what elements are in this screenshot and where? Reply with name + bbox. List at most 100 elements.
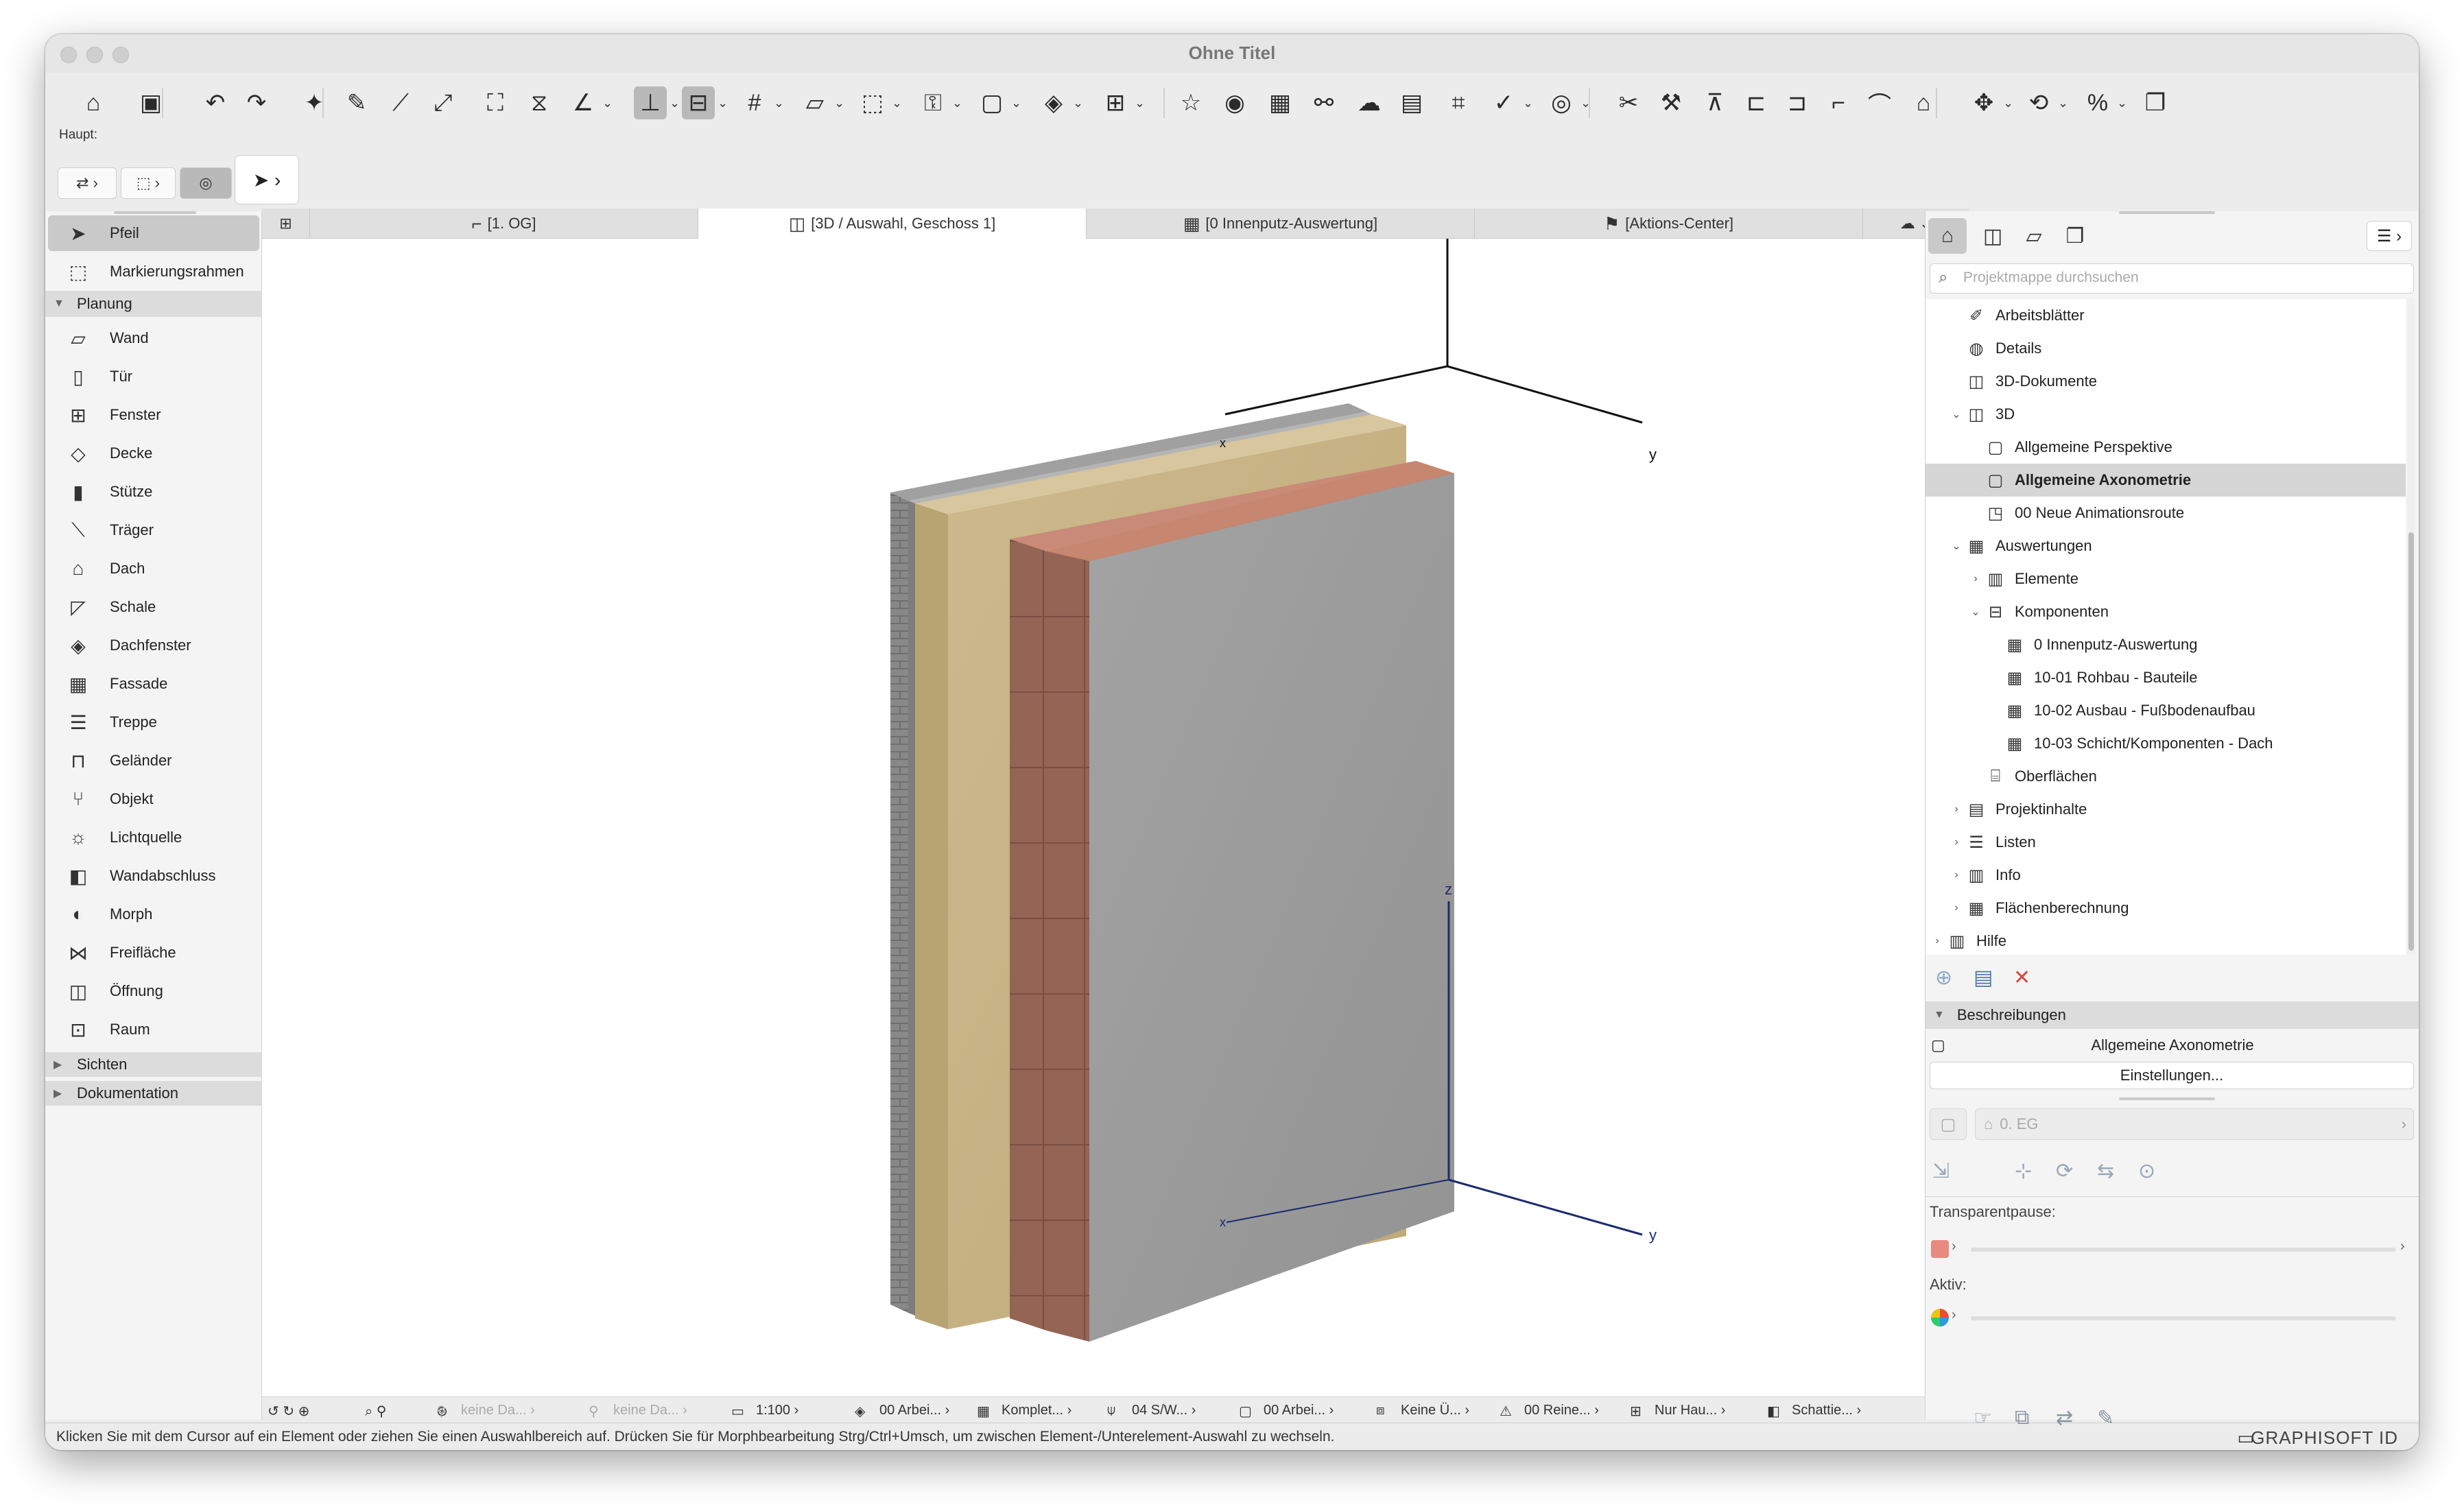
- tool-mesh[interactable]: ⋈ Freifläche: [48, 934, 259, 971]
- tool-column[interactable]: ▮ Stütze: [48, 473, 259, 510]
- tree-item[interactable]: ⌄ ◫ 3D: [1926, 398, 2406, 431]
- beschreibungen-header[interactable]: ▼ Beschreibungen: [1926, 1001, 2419, 1029]
- report-icon[interactable]: ▤: [1395, 86, 1428, 119]
- view-setting-popup[interactable]: 00 Reine... ›: [1524, 1403, 1599, 1418]
- view-map-button[interactable]: ◫: [1974, 218, 2012, 254]
- syringe-icon[interactable]: ⟋: [384, 86, 417, 119]
- tree-item[interactable]: › ▥ Hilfe: [1926, 925, 2406, 955]
- tab-cube[interactable]: ◫ [3D / Auswahl, Geschoss 1]: [698, 209, 1087, 239]
- transfer-icon[interactable]: ⇄: [2056, 1406, 2073, 1430]
- tab-floorplan[interactable]: ⌐ [1. OG]: [310, 209, 698, 239]
- fit-icon[interactable]: ⛶: [479, 86, 512, 119]
- redo-icon[interactable]: ↷: [240, 86, 273, 119]
- tool-skylight[interactable]: ◈ Dachfenster: [48, 627, 259, 664]
- element-filter-button[interactable]: ⇄ ›: [58, 167, 117, 199]
- tree-item[interactable]: ◳ 00 Neue Animationsroute: [1926, 497, 2406, 530]
- tool-object[interactable]: ⑂ Objekt: [48, 781, 259, 818]
- pointer-option-button[interactable]: ➤ ›: [235, 155, 299, 204]
- tree-item[interactable]: ✐ Arbeitsblätter: [1926, 299, 2406, 332]
- chevron-down-icon[interactable]: ⌄: [2117, 96, 2127, 110]
- move-icon[interactable]: ✥: [1967, 86, 2000, 119]
- tree-item[interactable]: ⌄ ⊟ Komponenten: [1926, 595, 2406, 628]
- tool-window[interactable]: ⊞ Fenster: [48, 396, 259, 433]
- tool-railing[interactable]: ⊓ Geländer: [48, 742, 259, 779]
- clone-view-icon[interactable]: ▤: [1974, 966, 1993, 990]
- zoom-icon[interactable]: ⌕ ⚲: [365, 1403, 386, 1420]
- navigator-search-input[interactable]: [1963, 270, 2402, 286]
- tree-item[interactable]: ▢ Allgemeine Perspektive: [1926, 431, 2406, 464]
- tool-zone[interactable]: ⊡ Raum: [48, 1011, 259, 1048]
- selection-method-button[interactable]: ⬚ ›: [121, 167, 176, 199]
- tree-item[interactable]: › ▦ Flächenberechnung: [1926, 892, 2406, 925]
- tree-item[interactable]: › ▥ Info: [1926, 859, 2406, 892]
- layer-icon[interactable]: ▢: [975, 86, 1008, 119]
- chevron-down-icon[interactable]: ⌄: [1949, 539, 1964, 553]
- tool-shell[interactable]: ◸ Schale: [48, 589, 259, 626]
- tree-item[interactable]: ⌄ ▦ Auswertungen: [1926, 530, 2406, 562]
- star-icon[interactable]: ☆: [1174, 86, 1207, 119]
- tree-item[interactable]: ▦ 10-01 Rohbau - Bauteile: [1926, 661, 2406, 694]
- magic-wand-icon[interactable]: ✦: [298, 86, 331, 119]
- chevron-down-icon[interactable]: ⌄: [1011, 96, 1021, 110]
- hand-icon[interactable]: ☞: [1974, 1406, 1992, 1430]
- chevron-down-icon[interactable]: ⌄: [670, 96, 680, 110]
- split-icon[interactable]: ⊐: [1781, 86, 1814, 119]
- delete-icon[interactable]: ✕: [2013, 966, 2030, 990]
- view-setting-popup[interactable]: keine Da... ›: [613, 1403, 687, 1418]
- measure-icon[interactable]: ⧖: [523, 86, 556, 119]
- chevron-right-icon[interactable]: ›: [1949, 836, 1964, 848]
- layer-toggle-icon[interactable]: ▢: [1930, 1108, 1967, 1140]
- view-setting-popup[interactable]: Nur Hau... ›: [1655, 1403, 1725, 1418]
- tree-item[interactable]: ⌸ Oberflächen: [1926, 760, 2406, 793]
- tool-wall[interactable]: ▱ Wand: [48, 320, 259, 357]
- chevron-down-icon[interactable]: ⌄: [1968, 605, 1983, 619]
- tab-table[interactable]: ▦ [0 Innenputz-Auswertung]: [1087, 209, 1475, 239]
- chevron-down-icon[interactable]: ⌄: [1073, 96, 1083, 110]
- tree-item[interactable]: › ▤ Projektinhalte: [1926, 793, 2406, 826]
- merge-icon[interactable]: ⊏: [1740, 86, 1773, 119]
- percent-icon[interactable]: %: [2081, 86, 2114, 119]
- tool-marquee[interactable]: ⬚ Markierungsrahmen: [48, 254, 259, 289]
- view-setting-popup[interactable]: 1:100 ›: [756, 1403, 798, 1418]
- snap-icon[interactable]: ⊥: [634, 86, 667, 119]
- copy-icon[interactable]: ❐: [2139, 86, 2172, 119]
- transparentpause-slider[interactable]: [1971, 1248, 2396, 1252]
- lock-icon[interactable]: ⚿: [916, 86, 949, 119]
- view-setting-popup[interactable]: 04 S/W... ›: [1132, 1403, 1196, 1418]
- rotate-icon[interactable]: ⟲: [2022, 86, 2055, 119]
- trim-icon[interactable]: ⊼: [1698, 86, 1731, 119]
- chevron-down-icon[interactable]: ⌄: [2003, 96, 2013, 110]
- tree-item[interactable]: › ☰ Listen: [1926, 826, 2406, 859]
- tool-curtain-wall[interactable]: ▦ Fassade: [48, 665, 259, 702]
- tool-door[interactable]: ▯ Tür: [48, 358, 259, 395]
- duplicate-icon[interactable]: ⧉: [2015, 1406, 2029, 1429]
- orbit-icon[interactable]: ↺ ↻ ⊕: [268, 1403, 309, 1420]
- tab-action-center[interactable]: ⚑ [Aktions-Center]: [1475, 209, 1863, 239]
- tag-icon[interactable]: ⌗: [1442, 86, 1475, 119]
- tool-roof[interactable]: ⌂ Dach: [48, 550, 259, 587]
- plane-icon[interactable]: ▱: [798, 86, 831, 119]
- circle-icon[interactable]: ◎: [1545, 86, 1578, 119]
- chevron-down-icon[interactable]: ⌄: [602, 96, 613, 110]
- suspend-groups-button[interactable]: ◎: [180, 167, 232, 199]
- hammer-icon[interactable]: ⚒: [1655, 86, 1687, 119]
- chevron-down-icon[interactable]: ⌄: [1523, 96, 1533, 110]
- chevron-right-icon[interactable]: ›: [1949, 869, 1964, 881]
- group-dokumentation[interactable]: ▶ Dokumentation: [45, 1081, 262, 1106]
- tree-item[interactable]: ▦ 10-02 Ausbau - Fußbodenaufbau: [1926, 694, 2406, 727]
- tree-item[interactable]: ▢ Allgemeine Axonometrie: [1926, 464, 2406, 497]
- tool-stair[interactable]: ☰ Treppe: [48, 704, 259, 741]
- plaster-layer[interactable]: [1047, 461, 1454, 1342]
- tab-overview-button[interactable]: ⊞: [262, 209, 310, 239]
- chevron-down-icon[interactable]: ⌄: [1135, 96, 1145, 110]
- 3d-viewport[interactable]: y x z y x: [262, 239, 1969, 1397]
- chevron-down-icon[interactable]: ⌄: [718, 96, 728, 110]
- select-icon[interactable]: ⬚: [856, 86, 889, 119]
- angle-icon[interactable]: ∠: [567, 86, 600, 119]
- tree-item[interactable]: › ▥ Elemente: [1926, 562, 2406, 595]
- chevron-right-icon[interactable]: ›: [1949, 902, 1964, 914]
- chevron-down-icon[interactable]: ⌄: [774, 96, 784, 110]
- chevron-right-icon[interactable]: ›: [1949, 803, 1964, 816]
- tree-item[interactable]: ▦ 0 Innenputz-Auswertung: [1926, 628, 2406, 661]
- chevron-down-icon[interactable]: ⌄: [952, 96, 962, 110]
